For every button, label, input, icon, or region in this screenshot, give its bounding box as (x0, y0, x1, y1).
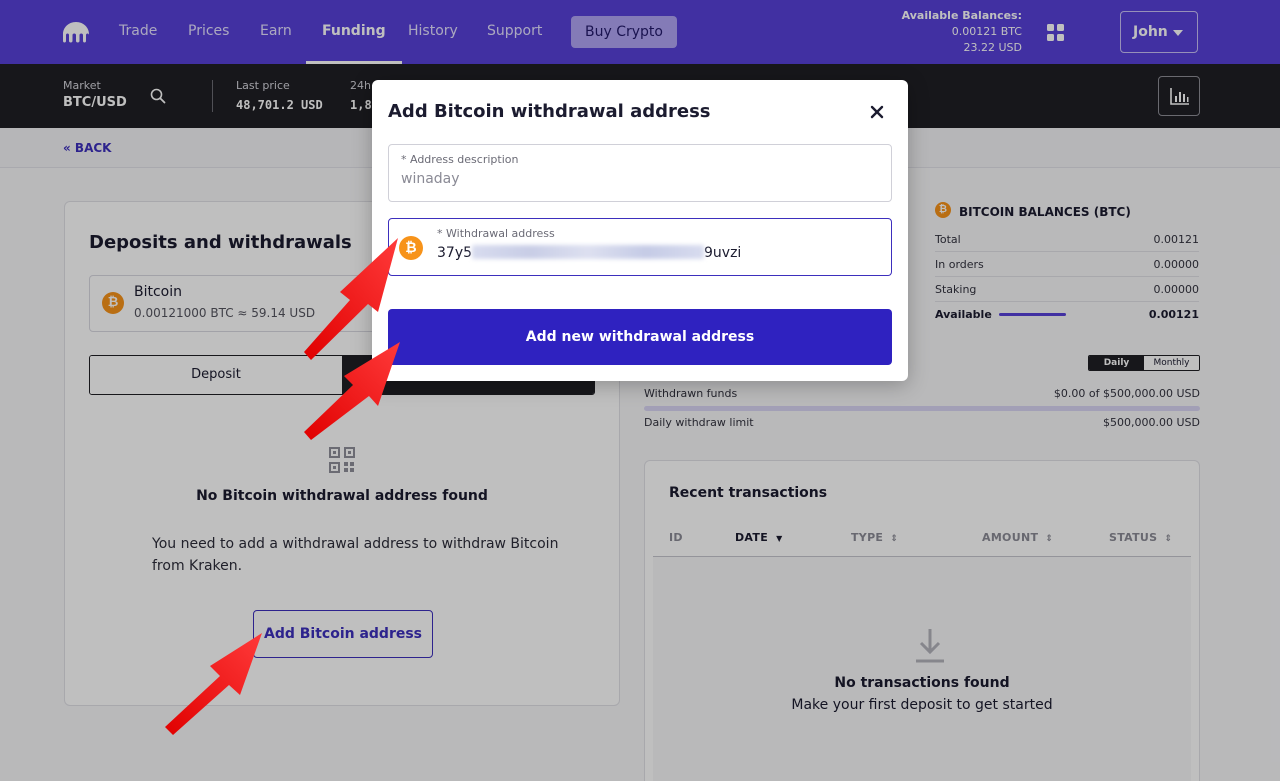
modal-title: Add Bitcoin withdrawal address (388, 101, 711, 122)
withdrawal-address-field: ₿ * Withdrawal address 37y5 9uvzi (388, 218, 892, 276)
address-description-label: * Address description (401, 153, 519, 166)
address-redacted-blur (472, 245, 705, 259)
address-description-input[interactable] (401, 171, 871, 187)
withdrawal-address-label: * Withdrawal address (437, 227, 555, 240)
add-new-withdrawal-address-button[interactable]: Add new withdrawal address (388, 309, 892, 365)
address-description-field: * Address description (388, 144, 892, 202)
address-end: 9uvzi (704, 245, 742, 261)
address-start: 37y5 (437, 245, 473, 261)
withdrawal-address-input[interactable]: 37y5 9uvzi (437, 245, 741, 261)
add-withdrawal-address-modal: Add Bitcoin withdrawal address * Address… (372, 80, 908, 381)
close-icon[interactable] (866, 101, 888, 123)
bitcoin-icon: ₿ (399, 236, 423, 260)
